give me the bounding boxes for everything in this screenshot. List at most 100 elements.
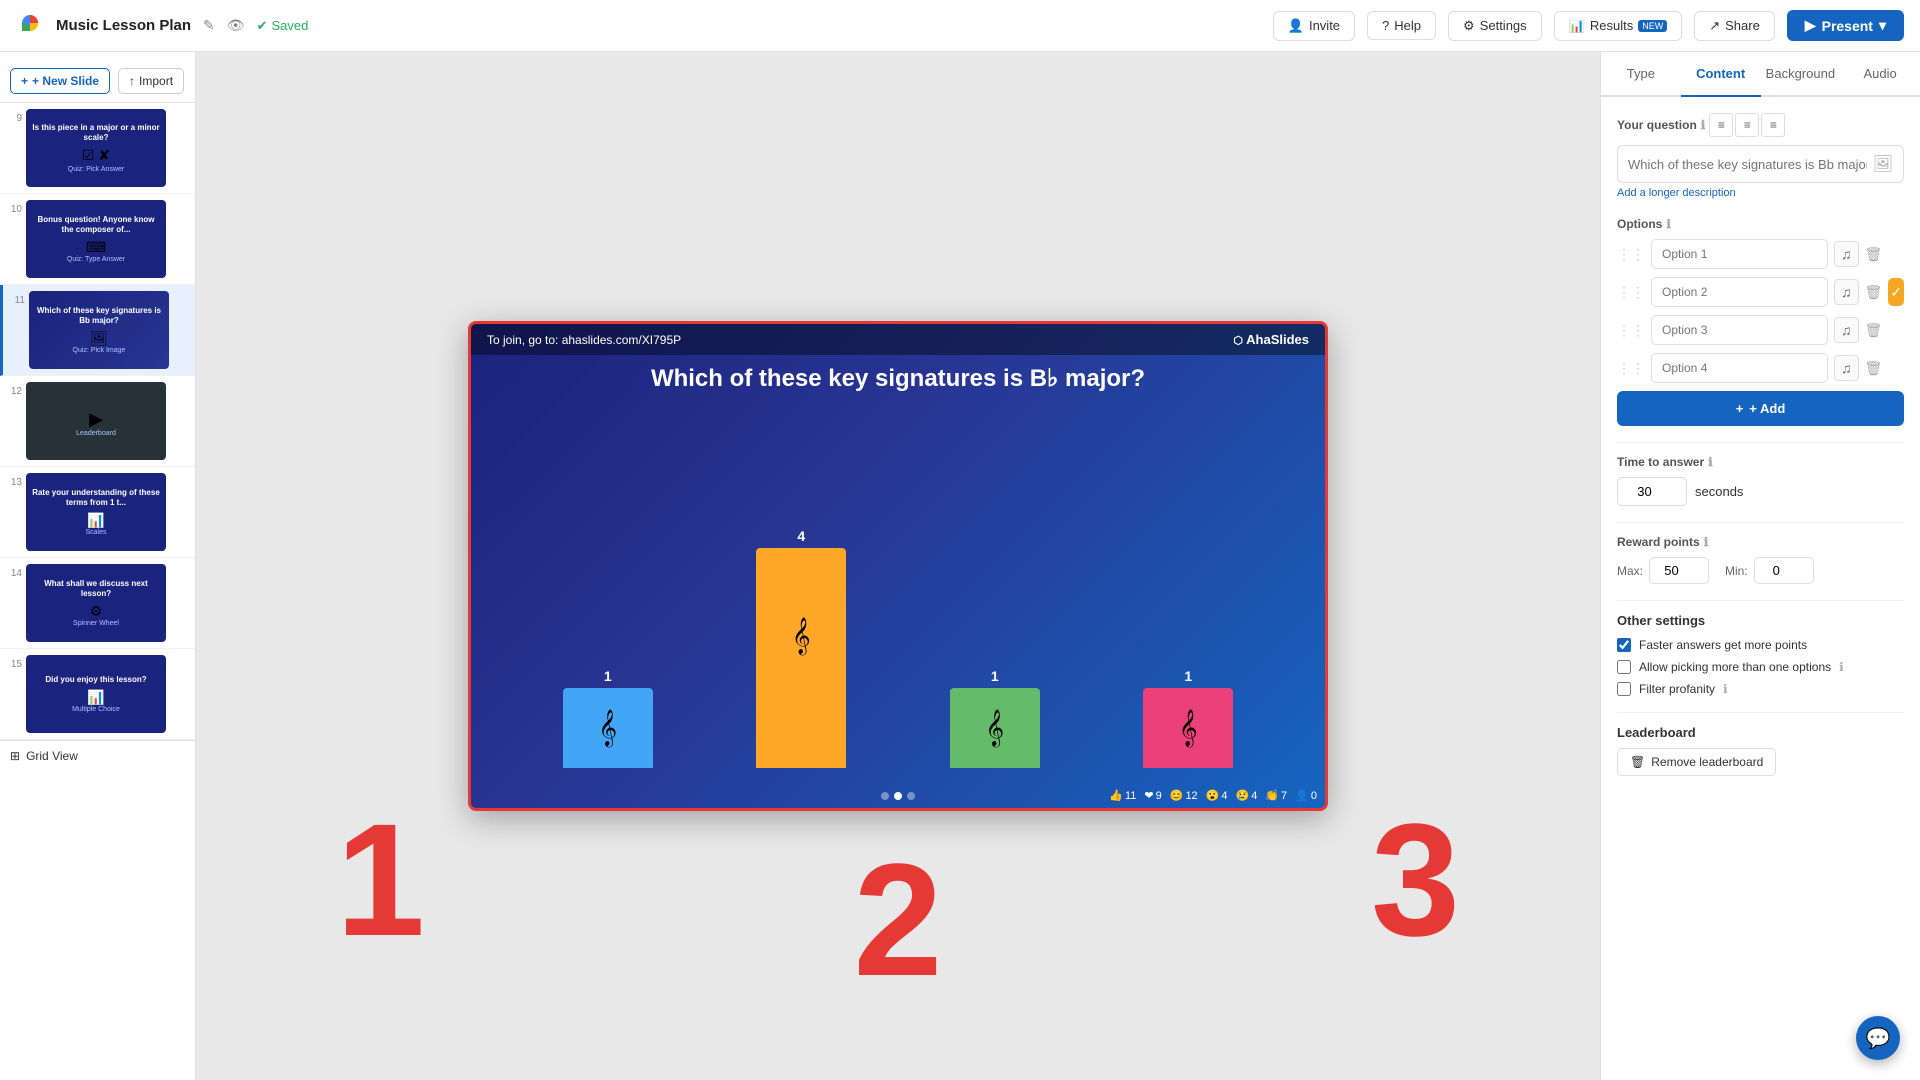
number-2-overlay: 2 xyxy=(854,840,943,1000)
option-1-music-button[interactable]: ♫ xyxy=(1834,241,1859,267)
faster-answers-checkbox[interactable] xyxy=(1617,638,1631,652)
question-info-icon[interactable]: ℹ xyxy=(1701,118,1706,132)
option-2-correct-button[interactable]: ✓ xyxy=(1888,278,1904,306)
align-left-button[interactable]: ≡ xyxy=(1709,113,1733,137)
options-info-icon[interactable]: ℹ xyxy=(1666,217,1671,231)
eye-icon[interactable]: 👁 xyxy=(227,17,245,34)
topbar: Music Lesson Plan ✎ 👁 ✔ Saved 👤 Invite ?… xyxy=(0,0,1920,52)
slide-reactions: 👍 11 ❤ 9 😊 12 😮 4 😢 4 xyxy=(1109,789,1317,802)
option-2-delete-icon[interactable]: 🗑 xyxy=(1865,284,1883,301)
new-slide-button[interactable]: + + New Slide xyxy=(10,68,110,94)
option-3-input[interactable] xyxy=(1651,315,1828,345)
user-icon: 👤 xyxy=(1295,789,1309,802)
chart-bar-4: 1 𝄞 xyxy=(1143,668,1233,768)
time-row: seconds xyxy=(1617,477,1904,506)
option-4-input[interactable] xyxy=(1651,353,1828,383)
align-right-button[interactable]: ≡ xyxy=(1761,113,1785,137)
divider-2 xyxy=(1617,522,1904,523)
reward-max-field: Max: xyxy=(1617,557,1709,584)
reward-info-icon[interactable]: ℹ xyxy=(1704,535,1709,549)
main-area: + + New Slide ↑ Import 9 Is this piece i… xyxy=(0,52,1920,1080)
check-icon: ✔ xyxy=(257,18,268,34)
multiple-options-checkbox[interactable] xyxy=(1617,660,1631,674)
share-icon: ↗ xyxy=(1709,18,1720,34)
option-3-delete-icon[interactable]: 🗑 xyxy=(1865,322,1883,339)
time-input[interactable] xyxy=(1617,477,1687,506)
align-center-button[interactable]: ≡ xyxy=(1735,113,1759,137)
option-row-1: ⋮⋮ ♫ 🗑 xyxy=(1617,239,1904,269)
multiple-options-info-icon[interactable]: ℹ xyxy=(1839,660,1844,674)
invite-button[interactable]: 👤 Invite xyxy=(1273,11,1355,41)
sidebar-item-slide-15[interactable]: 15 Did you enjoy this lesson? 📊 Multiple… xyxy=(0,649,195,740)
filter-profanity-info-icon[interactable]: ℹ xyxy=(1723,682,1728,696)
nav-dot-active xyxy=(894,792,902,800)
drag-handle-4[interactable]: ⋮⋮ xyxy=(1617,360,1645,377)
slide-question: Which of these key signatures is B♭ majo… xyxy=(471,364,1325,393)
drag-handle-1[interactable]: ⋮⋮ xyxy=(1617,246,1645,263)
settings-button[interactable]: ⚙ Settings xyxy=(1448,11,1542,41)
reward-min-input[interactable] xyxy=(1754,557,1814,584)
present-button[interactable]: ▶ Present ▾ xyxy=(1787,10,1904,41)
option-2-input[interactable] xyxy=(1651,277,1828,307)
reaction-smile: 😊 12 xyxy=(1170,789,1198,802)
slide-thumb-13: Rate your understanding of these terms f… xyxy=(26,473,166,551)
slide-preview: To join, go to: ahaslides.com/XI795P ⬡ A… xyxy=(468,321,1328,811)
filter-profanity-checkbox[interactable] xyxy=(1617,682,1631,696)
invite-icon: 👤 xyxy=(1288,18,1304,34)
share-button[interactable]: ↗ Share xyxy=(1694,11,1775,41)
sidebar-item-slide-10[interactable]: 10 Bonus question! Anyone know the compo… xyxy=(0,194,195,285)
smile-icon: 😊 xyxy=(1170,789,1184,802)
panel-tabs: Type Content Background Audio xyxy=(1601,52,1920,97)
plus-icon: + xyxy=(1736,401,1744,416)
results-button[interactable]: 📊 Results NEW xyxy=(1554,11,1683,41)
import-button[interactable]: ↑ Import xyxy=(118,68,184,94)
sidebar-item-slide-11[interactable]: 11 Which of these key signatures is Bb m… xyxy=(0,285,195,376)
drag-handle-3[interactable]: ⋮⋮ xyxy=(1617,322,1645,339)
question-input[interactable] xyxy=(1628,157,1867,172)
options-section: Options ℹ ⋮⋮ ♫ 🗑 ⋮⋮ ♫ 🗑 ✓ xyxy=(1617,217,1904,426)
wow-icon: 😮 xyxy=(1206,789,1220,802)
number-3-overlay: 3 xyxy=(1371,800,1460,960)
settings-icon: ⚙ xyxy=(1463,18,1475,34)
help-button[interactable]: ? Help xyxy=(1367,11,1436,40)
remove-leaderboard-button[interactable]: 🗑 Remove leaderboard xyxy=(1617,748,1776,776)
option-row-4: ⋮⋮ ♫ 🗑 xyxy=(1617,353,1904,383)
trash-icon: 🗑 xyxy=(1630,755,1645,769)
multiple-options-row: Allow picking more than one options ℹ xyxy=(1617,660,1904,674)
reaction-wow: 😮 4 xyxy=(1206,789,1228,802)
option-4-music-button[interactable]: ♫ xyxy=(1834,355,1859,381)
chat-fab-button[interactable]: 💬 xyxy=(1856,1016,1900,1060)
sidebar-item-slide-12[interactable]: 12 ▶ Leaderboard xyxy=(0,376,195,467)
time-section: Time to answer ℹ seconds xyxy=(1617,455,1904,506)
reward-max-input[interactable] xyxy=(1649,557,1709,584)
option-2-music-button[interactable]: ♫ xyxy=(1834,279,1859,305)
tab-background[interactable]: Background xyxy=(1761,52,1841,97)
grid-view-button[interactable]: ⊞ Grid View xyxy=(0,740,195,771)
sidebar-item-slide-14[interactable]: 14 What shall we discuss next lesson? ⚙ … xyxy=(0,558,195,649)
drag-handle-2[interactable]: ⋮⋮ xyxy=(1617,284,1645,301)
other-settings-section: Other settings Faster answers get more p… xyxy=(1617,613,1904,696)
option-1-delete-icon[interactable]: 🗑 xyxy=(1865,246,1883,263)
question-input-row: 🖼 xyxy=(1617,145,1904,183)
question-section: Your question ℹ ≡ ≡ ≡ 🖼 Add a longer des… xyxy=(1617,113,1904,201)
option-4-delete-icon[interactable]: 🗑 xyxy=(1865,360,1883,377)
sidebar-item-slide-13[interactable]: 13 Rate your understanding of these term… xyxy=(0,467,195,558)
like-icon: 👍 xyxy=(1109,789,1123,802)
tab-audio[interactable]: Audio xyxy=(1840,52,1920,97)
plus-icon: + xyxy=(21,74,28,88)
option-3-music-button[interactable]: ♫ xyxy=(1834,317,1859,343)
leaderboard-section: Leaderboard 🗑 Remove leaderboard xyxy=(1617,725,1904,776)
add-description-link[interactable]: Add a longer description xyxy=(1617,187,1736,199)
sidebar-toolbar: + + New Slide ↑ Import xyxy=(0,60,195,103)
tab-type[interactable]: Type xyxy=(1601,52,1681,97)
option-1-input[interactable] xyxy=(1651,239,1828,269)
add-option-button[interactable]: + + Add xyxy=(1617,391,1904,426)
sidebar: + + New Slide ↑ Import 9 Is this piece i… xyxy=(0,52,196,1080)
chevron-down-icon: ▾ xyxy=(1879,17,1886,34)
image-icon[interactable]: 🖼 xyxy=(1873,154,1893,174)
edit-icon[interactable]: ✎ xyxy=(203,17,215,34)
import-icon: ↑ xyxy=(129,74,135,88)
tab-content[interactable]: Content xyxy=(1681,52,1761,97)
sidebar-item-slide-9[interactable]: 9 Is this piece in a major or a minor sc… xyxy=(0,103,195,194)
time-info-icon[interactable]: ℹ xyxy=(1708,455,1713,469)
